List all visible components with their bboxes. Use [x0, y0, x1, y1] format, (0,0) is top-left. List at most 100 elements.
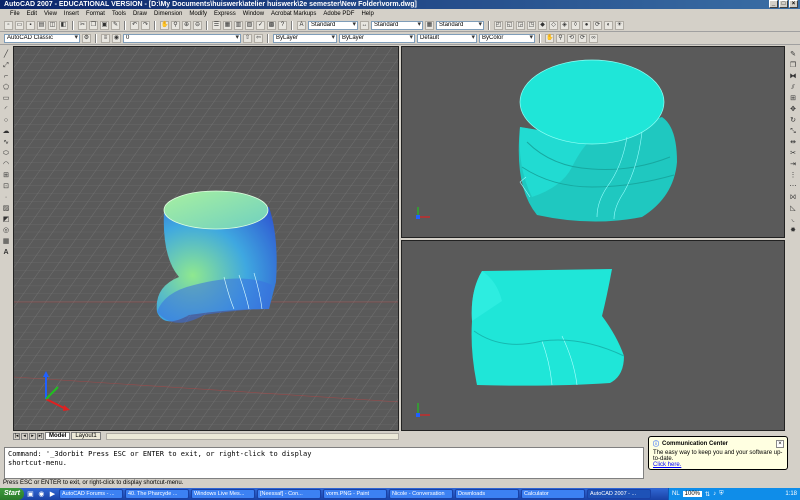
fillet-icon[interactable]: ◟: [789, 215, 798, 224]
view-iso-nw-icon[interactable]: ◊: [571, 20, 580, 30]
explode-icon[interactable]: ✸: [789, 226, 798, 235]
tab-model[interactable]: Model: [45, 432, 71, 440]
task-downloads[interactable]: Downloads: [454, 489, 519, 499]
shade-icon[interactable]: ◐: [604, 20, 613, 30]
popup-link[interactable]: Click here.: [653, 462, 783, 468]
horizontal-scrollbar[interactable]: [105, 432, 399, 440]
top-right-solid[interactable]: [518, 59, 677, 222]
view-iso-se-icon[interactable]: ◇: [549, 20, 558, 30]
copy-icon[interactable]: ❐: [789, 61, 798, 70]
cut-icon[interactable]: ✂: [78, 20, 87, 30]
table-style-combo[interactable]: Standard: [436, 20, 484, 30]
insert-block-icon[interactable]: ⊞: [2, 171, 11, 180]
plotstyle-combo[interactable]: ByColor: [479, 33, 535, 43]
task-neessaf[interactable]: [Neessaf] - Con...: [256, 489, 321, 499]
redo-icon[interactable]: ↷: [141, 20, 150, 30]
extend-icon[interactable]: ⇥: [789, 160, 798, 169]
volume-icon[interactable]: ♪: [713, 491, 716, 497]
rotate-icon[interactable]: ↻: [789, 116, 798, 125]
task-windows-live[interactable]: Windows Live Mes...: [190, 489, 255, 499]
paste-icon[interactable]: ▣: [100, 20, 109, 30]
view-right-icon[interactable]: ◳: [527, 20, 536, 30]
polygon-icon[interactable]: ⬠: [2, 83, 11, 92]
next-tab-icon[interactable]: ▸: [29, 432, 36, 440]
make-current-layer-icon[interactable]: ⇧: [243, 33, 252, 43]
menu-acrobat-markups[interactable]: Acrobat Markups: [271, 11, 316, 17]
task-autocad-forums[interactable]: AutoCAD Forums - ...: [58, 489, 123, 499]
orbit-pan-icon[interactable]: ✋: [545, 33, 554, 43]
pan-icon[interactable]: ✋: [160, 20, 169, 30]
close-button[interactable]: ×: [789, 0, 798, 8]
tab-layout1[interactable]: Layout1: [71, 432, 101, 440]
browser-icon[interactable]: ◉: [37, 490, 46, 499]
rectangle-icon[interactable]: ▭: [2, 94, 11, 103]
close-icon[interactable]: ×: [776, 440, 784, 448]
menu-draw[interactable]: Draw: [133, 11, 147, 17]
layer-manager-icon[interactable]: ≡: [101, 33, 110, 43]
polyline-icon[interactable]: ⌐: [2, 72, 11, 81]
break-icon[interactable]: ⋯: [789, 182, 798, 191]
offset-icon[interactable]: ⫽: [789, 83, 798, 92]
make-block-icon[interactable]: ⊡: [2, 182, 11, 191]
bottom-right-solid[interactable]: [471, 269, 625, 386]
help-icon[interactable]: ?: [278, 20, 287, 30]
perspective-solid[interactable]: [156, 190, 277, 323]
workspace-combo[interactable]: AutoCAD Classic: [4, 33, 80, 43]
publish-icon[interactable]: ◧: [59, 20, 68, 30]
viewport-bottom-right[interactable]: [401, 240, 785, 431]
new-icon[interactable]: ▫: [4, 20, 13, 30]
orbit-zoom-icon[interactable]: ⚲: [556, 33, 565, 43]
scale-icon[interactable]: ⤡: [789, 127, 798, 136]
region-icon[interactable]: ◎: [2, 226, 11, 235]
first-tab-icon[interactable]: |◂: [13, 432, 20, 440]
task-pharcyde[interactable]: 40. The Pharcyde ...: [124, 489, 189, 499]
task-autocad[interactable]: AutoCAD 2007 - ...: [586, 489, 651, 499]
array-icon[interactable]: ⊞: [789, 94, 798, 103]
minimize-button[interactable]: _: [769, 0, 778, 8]
media-icon[interactable]: ▶: [48, 490, 57, 499]
ellipse-icon[interactable]: ⬭: [2, 149, 11, 158]
view-front-icon[interactable]: ◱: [505, 20, 514, 30]
construction-line-icon[interactable]: ⤢: [2, 61, 11, 70]
layer-previous-icon[interactable]: ⇦: [254, 33, 263, 43]
shield-icon[interactable]: ⛨: [719, 491, 724, 498]
ellipse-arc-icon[interactable]: ◠: [2, 160, 11, 169]
dim-style-combo[interactable]: Standard: [371, 20, 423, 30]
stretch-icon[interactable]: ⇹: [789, 138, 798, 147]
hatch-icon[interactable]: ▨: [2, 204, 11, 213]
open-icon[interactable]: ▭: [15, 20, 24, 30]
tool-palettes-icon[interactable]: ▥: [234, 20, 243, 30]
prev-tab-icon[interactable]: ◂: [21, 432, 28, 440]
menu-view[interactable]: View: [44, 11, 57, 17]
menu-file[interactable]: File: [10, 11, 20, 17]
color-combo[interactable]: ByLayer: [273, 33, 337, 43]
copy-clip-icon[interactable]: ❐: [89, 20, 98, 30]
start-button[interactable]: Start: [0, 488, 24, 500]
workspace-settings-icon[interactable]: ⚙: [82, 33, 91, 43]
view-iso-sw-icon[interactable]: ◆: [538, 20, 547, 30]
menu-dimension[interactable]: Dimension: [154, 11, 182, 17]
point-icon[interactable]: ·: [2, 193, 11, 202]
task-calculator[interactable]: Calculator: [520, 489, 585, 499]
text-style-combo[interactable]: Standard: [308, 20, 358, 30]
design-center-icon[interactable]: ▦: [223, 20, 232, 30]
revision-cloud-icon[interactable]: ☁: [2, 127, 11, 136]
menu-modify[interactable]: Modify: [189, 11, 207, 17]
viewport-perspective[interactable]: [13, 46, 399, 431]
print-preview-icon[interactable]: ◫: [48, 20, 57, 30]
zoom-window-icon[interactable]: ⊕: [182, 20, 191, 30]
line-icon[interactable]: ╱: [2, 50, 11, 59]
trim-icon[interactable]: ✂: [789, 149, 798, 158]
menu-tools[interactable]: Tools: [112, 11, 126, 17]
table-icon[interactable]: ▦: [2, 237, 11, 246]
language-indicator[interactable]: NL: [672, 491, 680, 497]
arc-icon[interactable]: ◜: [2, 105, 11, 114]
view-iso-ne-icon[interactable]: ◈: [560, 20, 569, 30]
chamfer-icon[interactable]: ◺: [789, 204, 798, 213]
erase-icon[interactable]: ✎: [789, 50, 798, 59]
view-top-icon[interactable]: ◰: [494, 20, 503, 30]
break-at-point-icon[interactable]: ⋮: [789, 171, 798, 180]
menu-window[interactable]: Window: [243, 11, 264, 17]
menu-help[interactable]: Help: [361, 11, 373, 17]
render-icon[interactable]: ☀: [615, 20, 624, 30]
